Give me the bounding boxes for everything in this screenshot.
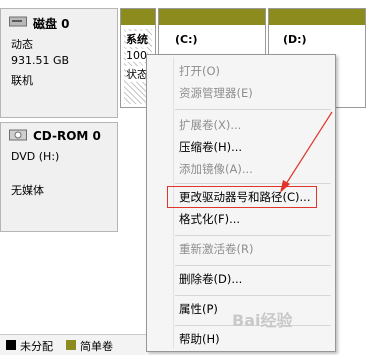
legend-simple-swatch (66, 340, 76, 350)
legend: 未分配 简单卷 (0, 334, 146, 355)
annotation-arrow-icon (280, 111, 333, 193)
watermark: Bai经验 (232, 311, 293, 330)
legend-simple-label: 简单卷 (80, 340, 113, 353)
legend-unallocated-label: 未分配 (20, 340, 53, 353)
legend-unallocated-swatch (6, 340, 16, 350)
